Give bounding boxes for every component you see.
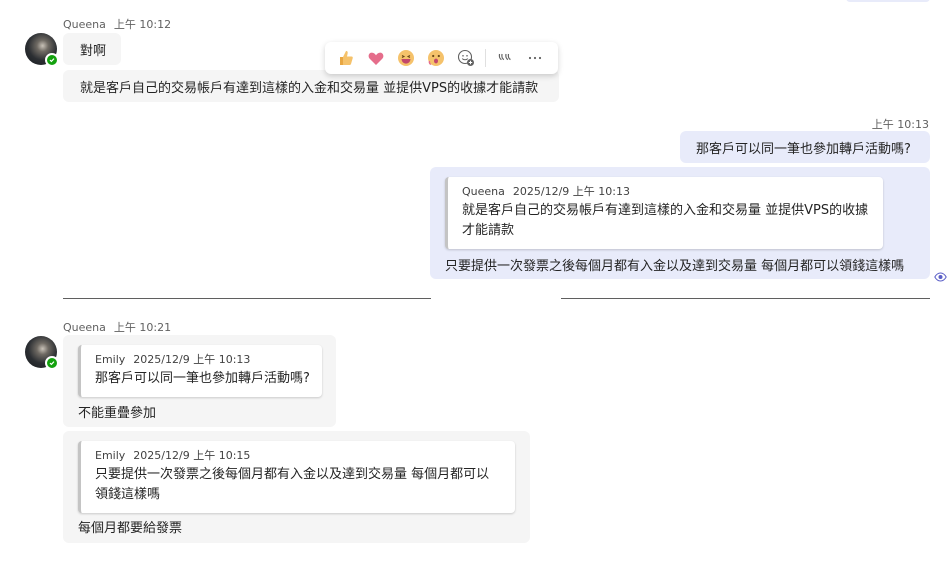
toolbar-separator (485, 49, 486, 67)
message-text: 對啊 (80, 44, 107, 59)
message-bubble[interactable]: Emily 2025/12/9 上午 10:13 那客戶可以同一筆也參加轉戶活動嗎… (63, 335, 336, 427)
message-text: 每個月都要給發票 (78, 521, 183, 536)
add-reaction-icon[interactable] (451, 43, 481, 73)
message-bubble[interactable]: Queena 2025/12/9 上午 10:13 就是客戶自己的交易帳戶有達到這… (430, 167, 930, 279)
presence-available-icon (45, 53, 59, 67)
quote-header: Queena 2025/12/9 上午 10:13 (462, 183, 873, 199)
quote-sender: Emily (95, 449, 126, 462)
read-receipt-eye-icon[interactable] (934, 267, 947, 286)
laugh-reaction-icon[interactable] (391, 43, 421, 73)
message-text: 就是客戶自己的交易帳戶有達到這樣的入金和交易量 並提供VPS的收據才能請款 (80, 81, 539, 96)
message-text: 那客戶可以同一筆也參加轉戶活動嗎? (696, 142, 911, 157)
quote-reply-icon[interactable] (490, 43, 520, 73)
message-timestamp: 上午 10:12 (113, 18, 172, 31)
avatar[interactable] (25, 33, 59, 67)
sender-name: Queena (63, 18, 106, 31)
more-options-icon[interactable] (520, 43, 550, 73)
reaction-toolbar (325, 42, 558, 74)
quoted-message[interactable]: Queena 2025/12/9 上午 10:13 就是客戶自己的交易帳戶有達到這… (445, 177, 883, 249)
message-bubble[interactable]: Emily 2025/12/9 上午 10:15 只要提供一次發票之後每個月都有入… (63, 431, 530, 543)
quote-text-line: 領錢這樣嗎 (95, 487, 161, 502)
quote-text-line: 就是客戶自己的交易帳戶有達到這樣的入金和交易量 並提供VPS的收據 (462, 203, 869, 218)
quote-timestamp: 2025/12/9 上午 10:15 (133, 449, 251, 462)
presence-available-icon (45, 356, 59, 370)
previous-message-bubble[interactable] (846, 0, 930, 2)
quoted-message[interactable]: Emily 2025/12/9 上午 10:15 只要提供一次發票之後每個月都有入… (78, 441, 515, 513)
message-text: 不能重疊參加 (78, 406, 157, 421)
quote-text-line: 只要提供一次發票之後每個月都有入金以及達到交易量 每個月都可以 (95, 467, 490, 482)
quote-header: Emily 2025/12/9 上午 10:15 (95, 447, 505, 463)
heart-reaction-icon[interactable] (361, 43, 391, 73)
sender-name: Queena (63, 321, 106, 334)
message-timestamp: 上午 10:21 (113, 321, 172, 334)
last-read-divider-left (63, 298, 431, 299)
message-bubble[interactable]: 那客戶可以同一筆也參加轉戶活動嗎? (680, 131, 930, 163)
quoted-message[interactable]: Emily 2025/12/9 上午 10:13 那客戶可以同一筆也參加轉戶活動嗎… (78, 345, 322, 397)
message-bubble[interactable]: 對啊 (63, 33, 121, 65)
message-bubble[interactable]: 就是客戶自己的交易帳戶有達到這樣的入金和交易量 並提供VPS的收據才能請款 (63, 70, 559, 102)
quote-text-line: 那客戶可以同一筆也參加轉戶活動嗎? (95, 371, 310, 386)
quote-sender: Queena (462, 185, 505, 198)
message-text: 只要提供一次發票之後每個月都有入金以及達到交易量 每個月都可以領錢這樣嗎 (445, 259, 905, 274)
quote-text-line: 才能請款 (462, 223, 515, 238)
message-header: Queena 上午 10:21 (63, 319, 171, 335)
quote-timestamp: 2025/12/9 上午 10:13 (133, 353, 251, 366)
last-read-divider-right (561, 298, 930, 299)
surprised-reaction-icon[interactable] (421, 43, 451, 73)
message-timestamp: 上午 10:13 (871, 118, 929, 131)
avatar[interactable] (25, 336, 59, 370)
quote-sender: Emily (95, 353, 126, 366)
quote-timestamp: 2025/12/9 上午 10:13 (512, 185, 630, 198)
message-header: Queena 上午 10:12 (63, 16, 171, 32)
like-reaction-icon[interactable] (331, 43, 361, 73)
quote-header: Emily 2025/12/9 上午 10:13 (95, 351, 312, 367)
